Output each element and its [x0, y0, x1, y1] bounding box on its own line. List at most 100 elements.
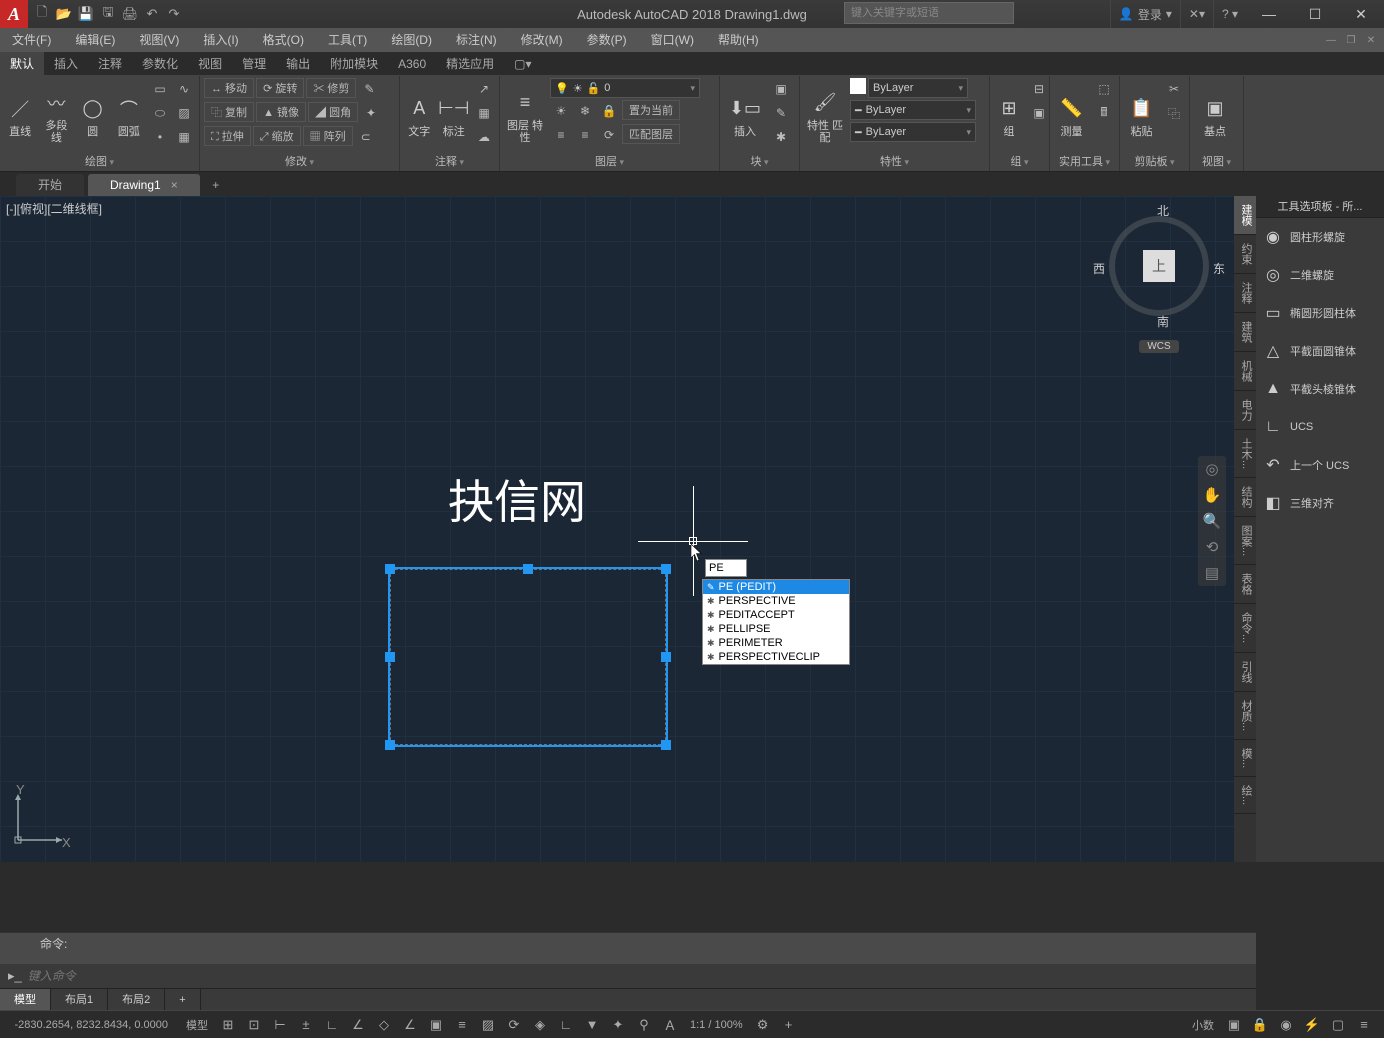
gizmo-icon[interactable]: ✦ — [606, 1014, 630, 1036]
pan-icon[interactable]: ✋ — [1203, 486, 1222, 504]
mirror-button[interactable]: ▲ 镜像 — [256, 102, 306, 122]
status-units[interactable]: 小数 — [1186, 1017, 1220, 1033]
region-icon[interactable]: ▦ — [173, 126, 195, 148]
ribbon-tab-view[interactable]: 视图 — [188, 52, 232, 75]
layer-prev-icon[interactable]: ≡ — [574, 124, 596, 146]
layout-tab-layout1[interactable]: 布局1 — [51, 989, 108, 1010]
menu-parametric[interactable]: 参数(P) — [575, 28, 639, 52]
ellipse-icon[interactable]: ⬭ — [149, 102, 171, 124]
customization-icon[interactable]: ≡ — [1352, 1014, 1376, 1036]
paltab-more2[interactable]: 绘... — [1234, 777, 1256, 814]
panel-layer-title[interactable]: 图层 — [504, 153, 715, 171]
fillet-button[interactable]: ◢ 圆角 — [308, 102, 358, 122]
menu-insert[interactable]: 插入(I) — [191, 28, 250, 52]
layer-combo[interactable]: 💡☀🔓0 — [550, 78, 700, 98]
grip-bottom-left[interactable] — [385, 740, 395, 750]
annotation-visibility-icon[interactable]: ⚲ — [632, 1014, 656, 1036]
suggest-perimeter[interactable]: PERIMETER — [703, 636, 849, 650]
calc-icon[interactable]: 🖩 — [1093, 102, 1115, 124]
ribbon-tab-a360[interactable]: A360 — [388, 52, 436, 75]
ribbon-tab-output[interactable]: 输出 — [276, 52, 320, 75]
group-edit-icon[interactable]: ▣ — [1028, 102, 1050, 124]
array-button[interactable]: ▦ 阵列 — [303, 126, 353, 146]
suggest-perspective[interactable]: PERSPECTIVE — [703, 594, 849, 608]
cut-icon[interactable]: ✂ — [1163, 78, 1185, 100]
paltab-constraint[interactable]: 约束 — [1234, 235, 1256, 274]
dimension-button[interactable]: ⊢⊣标注 — [439, 78, 470, 153]
measure-button[interactable]: 📏测量 — [1054, 78, 1089, 153]
arc-button[interactable]: ⌒圆弧 — [113, 78, 145, 153]
rect-icon[interactable]: ▭ — [149, 78, 171, 100]
text-button[interactable]: A文字 — [404, 78, 435, 153]
color-swatch[interactable] — [850, 78, 866, 94]
layer-freeze-icon[interactable]: ❄ — [574, 100, 596, 122]
ribbon-tab-parametric[interactable]: 参数化 — [132, 52, 188, 75]
paltab-elec[interactable]: 电力 — [1234, 391, 1256, 430]
lineweight-toggle-icon[interactable]: ≡ — [450, 1014, 474, 1036]
paste-button[interactable]: 📋粘贴 — [1124, 78, 1159, 153]
layer-on-icon[interactable]: ☀ — [550, 100, 572, 122]
selected-rectangle[interactable] — [388, 567, 668, 747]
paltab-arch[interactable]: 建筑 — [1234, 313, 1256, 352]
exchange-icon[interactable]: ✕▾ — [1180, 0, 1213, 28]
status-mode[interactable]: 模型 — [180, 1017, 214, 1033]
viewport-label[interactable]: [-][俯视][二维线框] — [6, 200, 102, 217]
hardware-accel-icon[interactable]: ⚡ — [1300, 1014, 1324, 1036]
layer-iso-icon[interactable]: ≡ — [550, 124, 572, 146]
polyline-button[interactable]: 〰多段线 — [40, 78, 72, 153]
clean-screen-icon[interactable]: ▢ — [1326, 1014, 1350, 1036]
ribbon-tab-insert[interactable]: 插入 — [44, 52, 88, 75]
workspace-switch-icon[interactable]: ⚙ — [751, 1014, 775, 1036]
tool-3d-align[interactable]: ◧三维对齐 — [1256, 484, 1384, 522]
linetype-combo[interactable]: ━ByLayer — [850, 122, 976, 142]
login-button[interactable]: 👤 登录 ▾ — [1110, 0, 1180, 28]
menu-edit[interactable]: 编辑(E) — [63, 28, 127, 52]
command-line[interactable]: ▸_ — [0, 964, 1256, 988]
point-icon[interactable]: • — [149, 126, 171, 148]
line-button[interactable]: ／直线 — [4, 78, 36, 153]
paltab-cmd[interactable]: 命令... — [1234, 604, 1256, 652]
mdi-close-icon[interactable]: ✕ — [1362, 31, 1380, 49]
object-snap-icon[interactable]: ▣ — [424, 1014, 448, 1036]
layout-tab-model[interactable]: 模型 — [0, 989, 51, 1010]
tool-helix-2d[interactable]: ◎二维螺旋 — [1256, 256, 1384, 294]
polar-tracking-icon[interactable]: ∠ — [346, 1014, 370, 1036]
ungroup-icon[interactable]: ⊟ — [1028, 78, 1050, 100]
coordinate-readout[interactable]: -2830.2654, 8232.8434, 0.0000 — [8, 1019, 178, 1031]
group-button[interactable]: ⊞组 — [994, 78, 1024, 153]
match-properties-button[interactable]: 🖌特性 匹配 — [804, 78, 846, 153]
help-search-input[interactable]: 键入关键字或短语 — [844, 2, 1014, 24]
layout-tab-layout2[interactable]: 布局2 — [108, 989, 165, 1010]
scale-button[interactable]: ⤢ 缩放 — [253, 126, 301, 146]
suggest-peditaccept[interactable]: PEDITACCEPT — [703, 608, 849, 622]
autoscale-icon[interactable]: Ａ — [658, 1014, 682, 1036]
mdi-restore-icon[interactable]: ❐ — [1342, 31, 1360, 49]
menu-draw[interactable]: 绘图(D) — [379, 28, 444, 52]
explode-icon[interactable]: ✦ — [360, 102, 382, 124]
lineweight-combo[interactable]: ━ByLayer — [850, 100, 976, 120]
menu-tools[interactable]: 工具(T) — [316, 28, 379, 52]
undo-icon[interactable]: ↶ — [142, 4, 162, 24]
grid-display-icon[interactable]: ⊞ — [216, 1014, 240, 1036]
showmotion-icon[interactable]: ▤ — [1205, 564, 1219, 582]
maximize-button[interactable]: ☐ — [1292, 0, 1338, 28]
copy-button[interactable]: ⿻ 复制 — [204, 102, 254, 122]
tool-palette-header[interactable]: 工具选项板 - 所... — [1256, 196, 1384, 218]
attr-icon[interactable]: ✱ — [770, 126, 792, 148]
isometric-icon[interactable]: ◇ — [372, 1014, 396, 1036]
suggest-pedit[interactable]: PE (PEDIT) — [703, 580, 849, 594]
help-icon[interactable]: ? ▾ — [1213, 0, 1246, 28]
menu-window[interactable]: 窗口(W) — [639, 28, 706, 52]
plot-icon[interactable]: 🖨 — [120, 4, 140, 24]
saveas-icon[interactable]: 🖫 — [98, 4, 118, 24]
viewcube-north[interactable]: 北 — [1157, 202, 1169, 219]
select-icon[interactable]: ⬚ — [1093, 78, 1115, 100]
infer-constraints-icon[interactable]: ⊢ — [268, 1014, 292, 1036]
steering-wheel-icon[interactable]: ◎ — [1205, 460, 1218, 478]
edit-block-icon[interactable]: ✎ — [770, 102, 792, 124]
ribbon-tab-default[interactable]: 默认 — [0, 52, 44, 75]
layer-lock-icon[interactable]: 🔒 — [598, 100, 620, 122]
open-icon[interactable]: 📂 — [54, 4, 74, 24]
viewcube-top[interactable]: 上 — [1143, 250, 1175, 282]
osnap-tracking-icon[interactable]: ∠ — [398, 1014, 422, 1036]
